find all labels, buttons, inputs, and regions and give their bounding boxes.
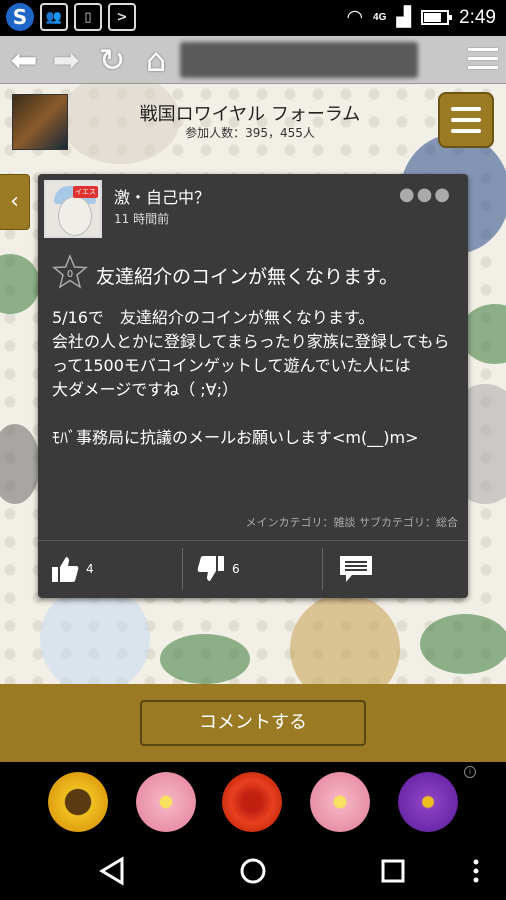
lotus-icon <box>136 772 196 832</box>
app-s-icon: S <box>6 3 34 31</box>
pine-decoration <box>160 634 250 684</box>
comment-button[interactable]: コメントする <box>140 700 366 746</box>
forum-title: 戦国ロワイヤル フォーラム <box>139 104 361 125</box>
previous-tab-button[interactable]: ‹ <box>0 174 30 230</box>
forum-page: 戦国ロワイヤル フォーラム 参加人数：395，455人 ‹ イエス 激・自己中？… <box>0 84 506 684</box>
reply-button[interactable] <box>338 540 374 598</box>
signal-icon: ▟ <box>396 7 412 28</box>
background-character-art <box>290 594 400 684</box>
background-character-art <box>0 424 40 504</box>
avatar-tag: イエス <box>73 186 98 198</box>
post-card: イエス 激・自己中？ 11 時間前 ●●● 0 友達紹介のコインが無くなります。… <box>38 174 468 598</box>
sunflower-icon <box>48 772 108 832</box>
dislike-button[interactable]: 6 <box>196 540 240 598</box>
url-bar[interactable] <box>180 42 418 78</box>
star-count: 0 <box>67 269 73 280</box>
clock: 2:49 <box>459 6 496 28</box>
back-arrow-icon[interactable]: ⬅ <box>6 42 42 78</box>
navigation-bar <box>0 840 506 900</box>
pine-decoration <box>0 254 40 314</box>
nav-back-icon[interactable] <box>96 854 130 888</box>
nav-recents-icon[interactable] <box>376 854 410 888</box>
crocus-icon <box>398 772 458 832</box>
more-options-icon[interactable]: ●●● <box>399 184 452 205</box>
browser-toolbar: ⬅ ➡ ↻ ⌂ <box>0 36 506 84</box>
post-actions: 4 6 <box>38 540 468 598</box>
battery-icon <box>421 10 453 25</box>
comment-icon <box>340 556 372 582</box>
pine-decoration <box>420 614 506 674</box>
home-icon[interactable]: ⌂ <box>138 42 174 78</box>
divider <box>322 548 323 590</box>
dislike-count: 6 <box>232 562 240 576</box>
ad-info-icon[interactable]: i <box>464 766 476 778</box>
post-author[interactable]: 激・自己中？ <box>114 184 210 208</box>
avatar[interactable]: イエス <box>44 180 102 238</box>
phone-icon: ▯ <box>74 3 102 31</box>
post-category: メインカテゴリ：雑談 サブカテゴリ：総合 <box>245 516 459 529</box>
thumbs-down-icon <box>197 556 224 581</box>
browser-menu-icon[interactable] <box>468 48 498 75</box>
rose-icon <box>222 772 282 832</box>
network-type: 4G <box>373 12 387 23</box>
post-time: 11 時間前 <box>114 212 170 226</box>
like-count: 4 <box>86 562 94 576</box>
terminal-icon: > <box>108 3 136 31</box>
forum-menu-button[interactable] <box>438 92 494 148</box>
like-button[interactable]: 4 <box>50 540 94 598</box>
participant-count: 参加人数：395，455人 <box>185 126 315 140</box>
post-title: 友達紹介のコインが無くなります。 <box>96 266 399 288</box>
lotus-icon <box>310 772 370 832</box>
ad-banner[interactable]: i <box>0 762 506 840</box>
reload-icon[interactable]: ↻ <box>94 42 130 78</box>
background-character-art <box>40 584 150 684</box>
comment-bar: コメントする <box>0 684 506 762</box>
star-badge-icon[interactable]: 0 <box>52 254 88 290</box>
nav-menu-icon[interactable] <box>466 854 486 888</box>
forum-thumbnail <box>12 94 68 150</box>
forward-arrow-icon[interactable]: ➡ <box>48 42 84 78</box>
nav-home-icon[interactable] <box>236 854 270 888</box>
wifi-icon: ◠ <box>346 7 364 28</box>
contacts-icon: 👥 <box>40 3 68 31</box>
divider <box>182 548 183 590</box>
post-body: 5/16で 友達紹介のコインが無くなります。 会社の人とかに登録してまらったり家… <box>52 308 450 447</box>
status-bar: S 👥 ▯ > ◠ 4G ▟ 2:49 <box>0 0 506 36</box>
forum-header: 戦国ロワイヤル フォーラム 参加人数：395，455人 <box>0 84 506 162</box>
thumbs-up-icon <box>52 557 79 582</box>
